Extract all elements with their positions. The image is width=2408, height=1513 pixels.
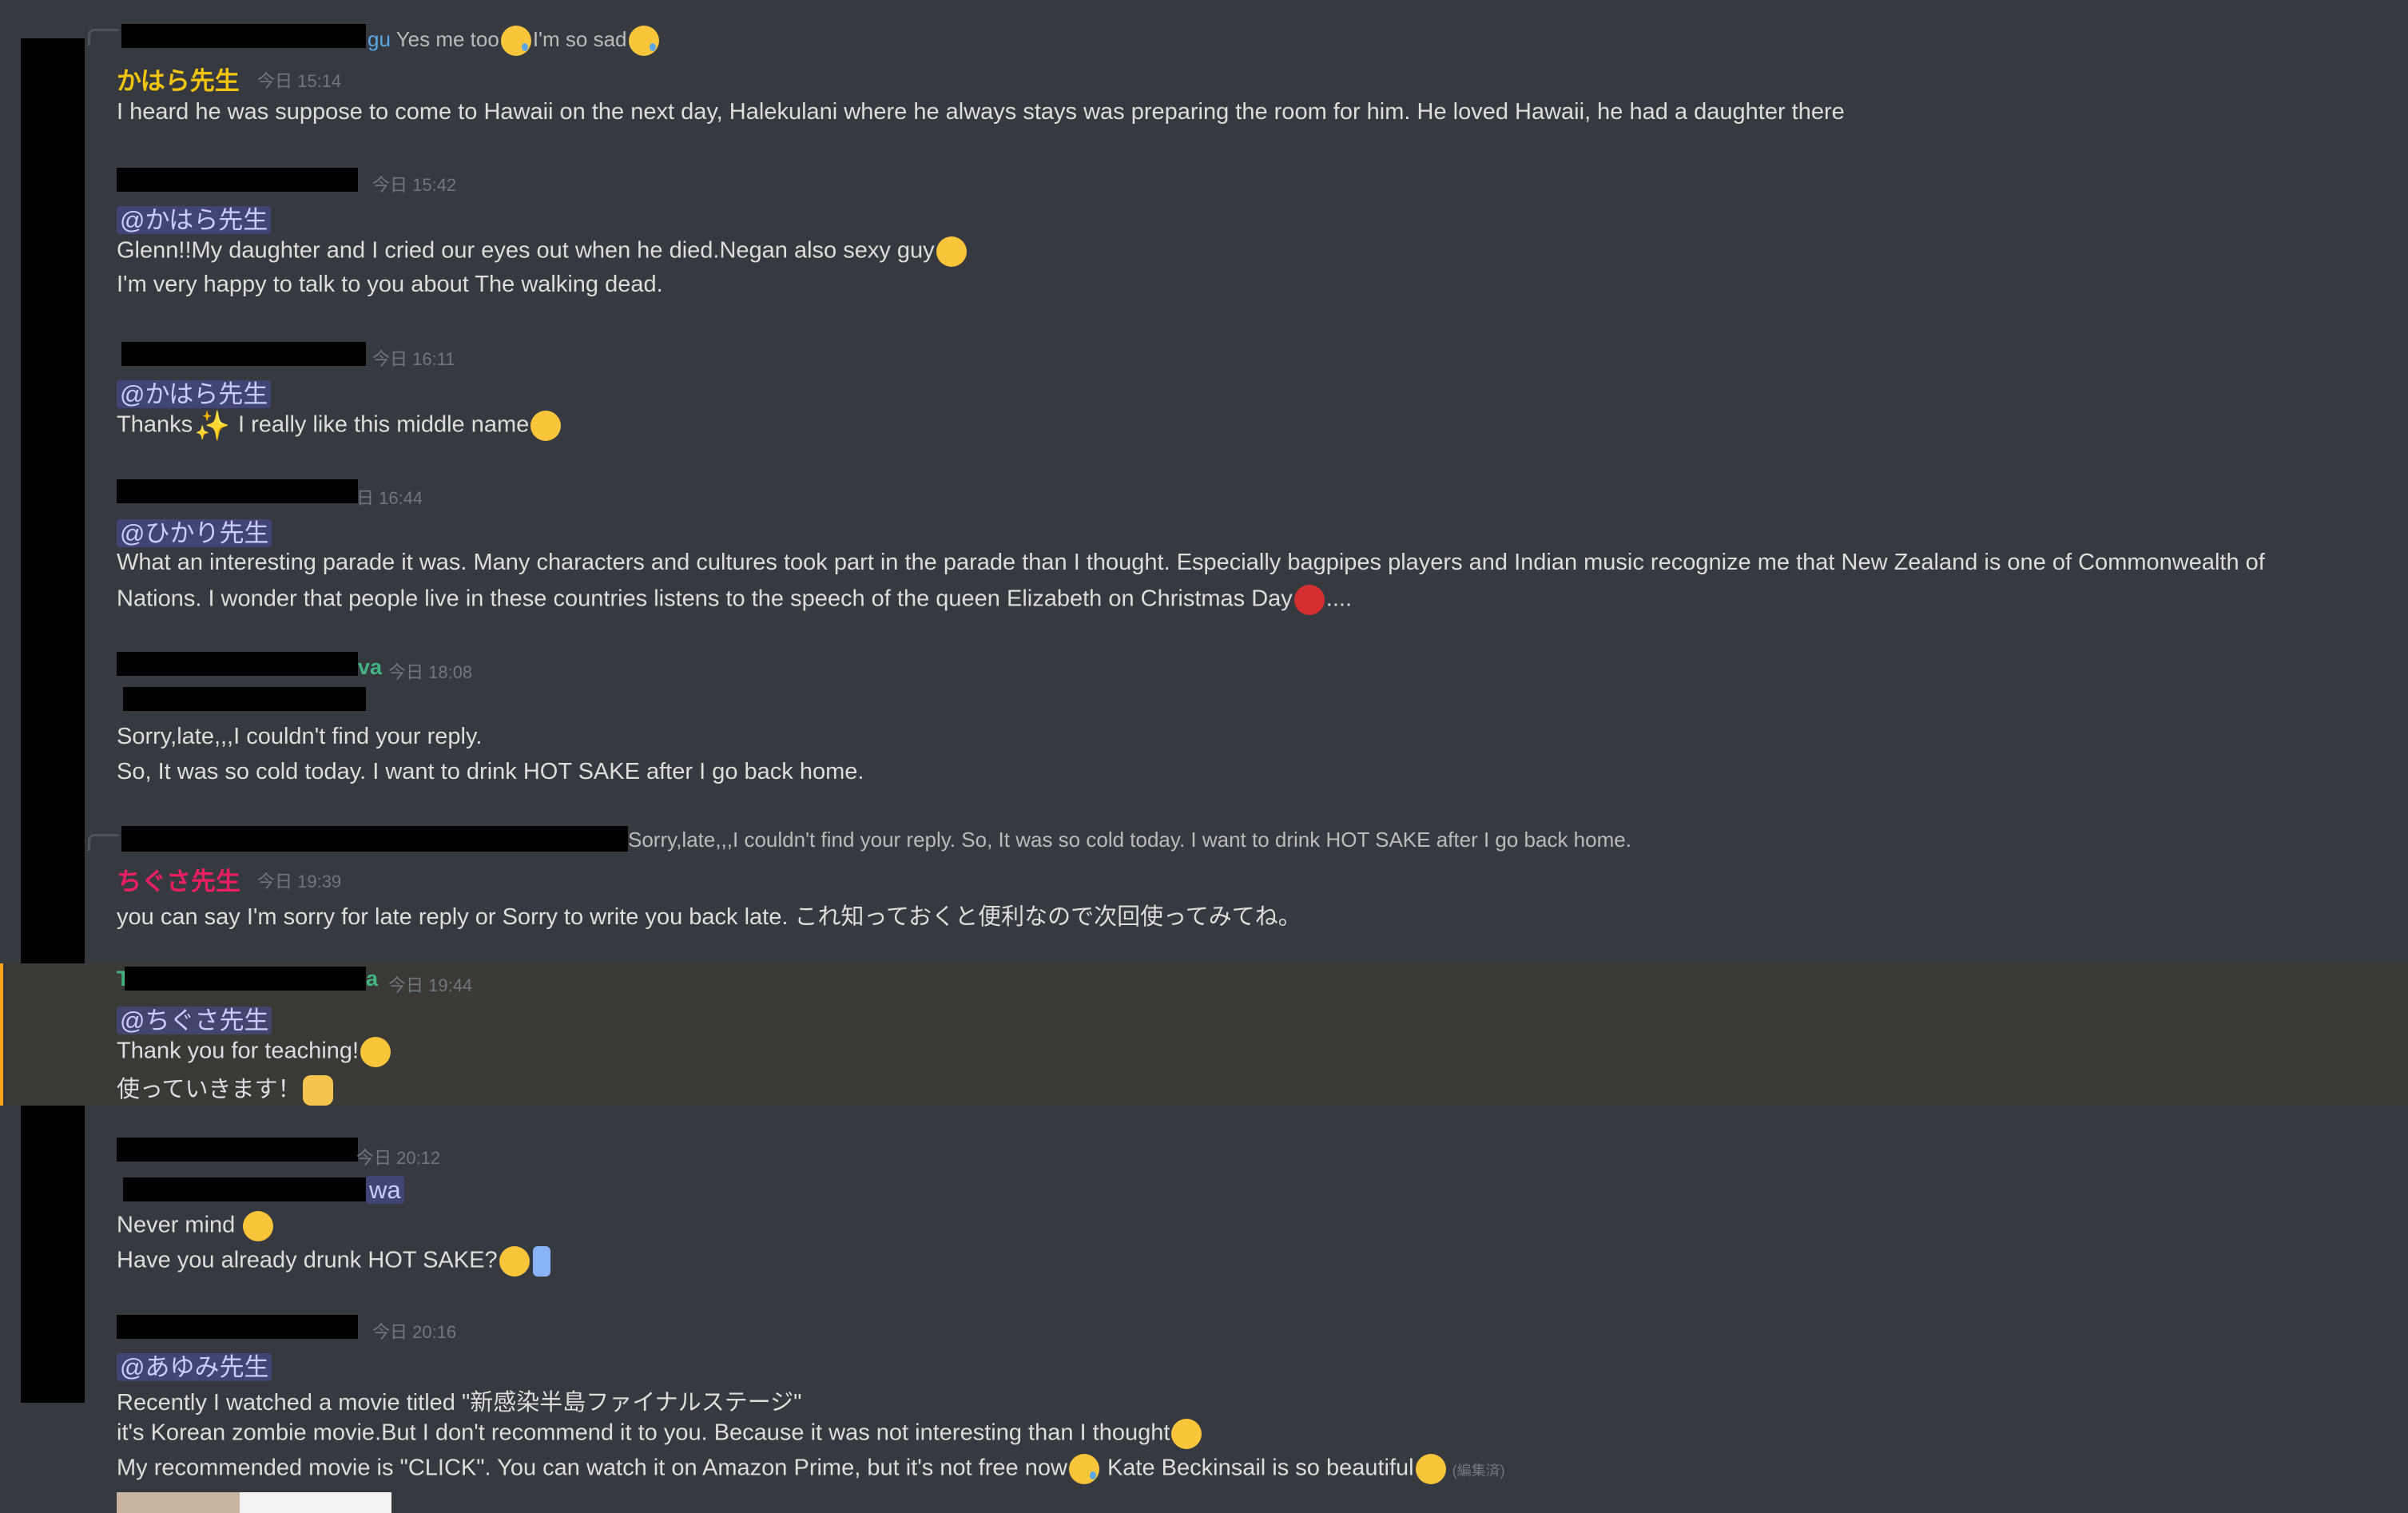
user-mention[interactable]: @かはら先生 — [117, 380, 272, 408]
sparkles-icon: ✨ — [194, 409, 230, 442]
message-text: Nations. I wonder that people live in th… — [117, 586, 1293, 612]
reply-spine — [88, 834, 119, 851]
timestamp: 今日 15:14 — [257, 71, 342, 91]
message-text: Thanks — [117, 411, 193, 438]
author-name-tail[interactable]: a — [366, 967, 378, 991]
user-mention[interactable]: @あゆみ先生 — [117, 1353, 272, 1381]
loudly-crying-face-icon — [628, 26, 659, 56]
user-mention[interactable]: @かはら先生 — [117, 206, 272, 234]
weary-face-icon — [1171, 1419, 1202, 1449]
grinning-squinting-face-icon — [530, 411, 562, 441]
redacted-avatar-column — [21, 38, 85, 1403]
author-name[interactable]: ちぐさ先生 — [117, 861, 240, 897]
redacted-author-name — [117, 1138, 358, 1162]
reply-text-2: I'm so sad — [532, 26, 627, 51]
timestamp: 日 16:44 — [356, 488, 423, 508]
redacted-mention — [123, 687, 366, 711]
message-text: Sorry,late,,,I couldn't find your reply. — [117, 724, 483, 749]
message-trail: .... — [1325, 586, 1353, 612]
timestamp: 今日 19:39 — [257, 872, 342, 892]
user-mention[interactable]: @ちぐさ先生 — [117, 1007, 272, 1034]
message-text: I'm very happy to talk to you about The … — [117, 272, 663, 297]
message-text: Never mind — [117, 1212, 242, 1238]
reply-spine — [88, 29, 119, 46]
timestamp: 今日 19:44 — [388, 975, 473, 995]
message-text: Kate Beckinsail is so beautiful — [1100, 1455, 1414, 1481]
redacted-author-name — [125, 967, 366, 991]
redacted-author-name — [117, 652, 358, 676]
message-text: Thank you for teaching! — [117, 1038, 360, 1064]
author-name-tail[interactable]: va — [358, 655, 382, 680]
timestamp: 今日 18:08 — [388, 662, 473, 682]
santa-claus-icon — [1293, 585, 1325, 615]
message-text: Glenn!!My daughter and I cried our eyes … — [117, 237, 935, 264]
image-attachment-thumbnail-light[interactable] — [240, 1492, 391, 1513]
timestamp: 今日 16:11 — [372, 349, 455, 369]
author-name[interactable]: かはら先生 — [117, 61, 240, 97]
redacted-reply-name — [121, 24, 366, 48]
user-mention-tail[interactable]: wa — [366, 1176, 404, 1204]
message-text: 使っていきます！ — [117, 1077, 301, 1102]
redacted-author-name — [121, 342, 366, 366]
user-mention[interactable]: @ひかり先生 — [117, 519, 272, 547]
message-text: Recently I watched a movie titled "新感染半島… — [117, 1390, 802, 1416]
redacted-author-name — [117, 479, 358, 503]
reply-text-1: Yes me too — [395, 26, 499, 51]
raised-fist-icon — [302, 1075, 333, 1106]
message-text: My recommended movie is "CLICK". You can… — [117, 1455, 1067, 1481]
timestamp: 今日 20:12 — [356, 1148, 441, 1168]
crying-face-icon — [1068, 1454, 1099, 1484]
reply-preview[interactable]: gu Yes me too I'm so sad — [368, 26, 661, 56]
timestamp: 今日 20:16 — [372, 1322, 457, 1342]
grinning-squinting-face-icon — [936, 236, 967, 267]
slightly-smiling-face-icon — [243, 1211, 274, 1241]
message-text: it's Korean zombie movie.But I don't rec… — [117, 1420, 1170, 1446]
confounded-face-icon — [360, 1037, 391, 1067]
redacted-mention — [123, 1177, 366, 1201]
redacted-reply-name — [121, 826, 628, 852]
message-text: Have you already drunk HOT SAKE? — [117, 1247, 498, 1273]
message-text: I really like this middle name — [231, 411, 530, 438]
message-text: So, It was so cold today. I want to drin… — [117, 759, 864, 784]
message-text: What an interesting parade it was. Many … — [117, 550, 2265, 575]
timestamp: 今日 15:42 — [372, 175, 457, 195]
edited-label: (編集済) — [1452, 1462, 1505, 1479]
redacted-author-name — [117, 1315, 358, 1339]
message-text: you can say I'm sorry for late reply or … — [117, 904, 1301, 930]
redacted-author-name — [117, 168, 358, 192]
grinning-squinting-face-icon — [499, 1246, 530, 1277]
reply-preview[interactable]: Sorry,late,,,I couldn't find your reply.… — [628, 828, 1631, 852]
crying-face-icon — [500, 26, 531, 56]
reply-name-tail: gu — [368, 26, 391, 51]
message-text: I heard he was suppose to come to Hawaii… — [117, 99, 1845, 125]
sake-bottle-icon — [532, 1246, 550, 1277]
heart-eyes-face-icon — [1415, 1454, 1446, 1484]
